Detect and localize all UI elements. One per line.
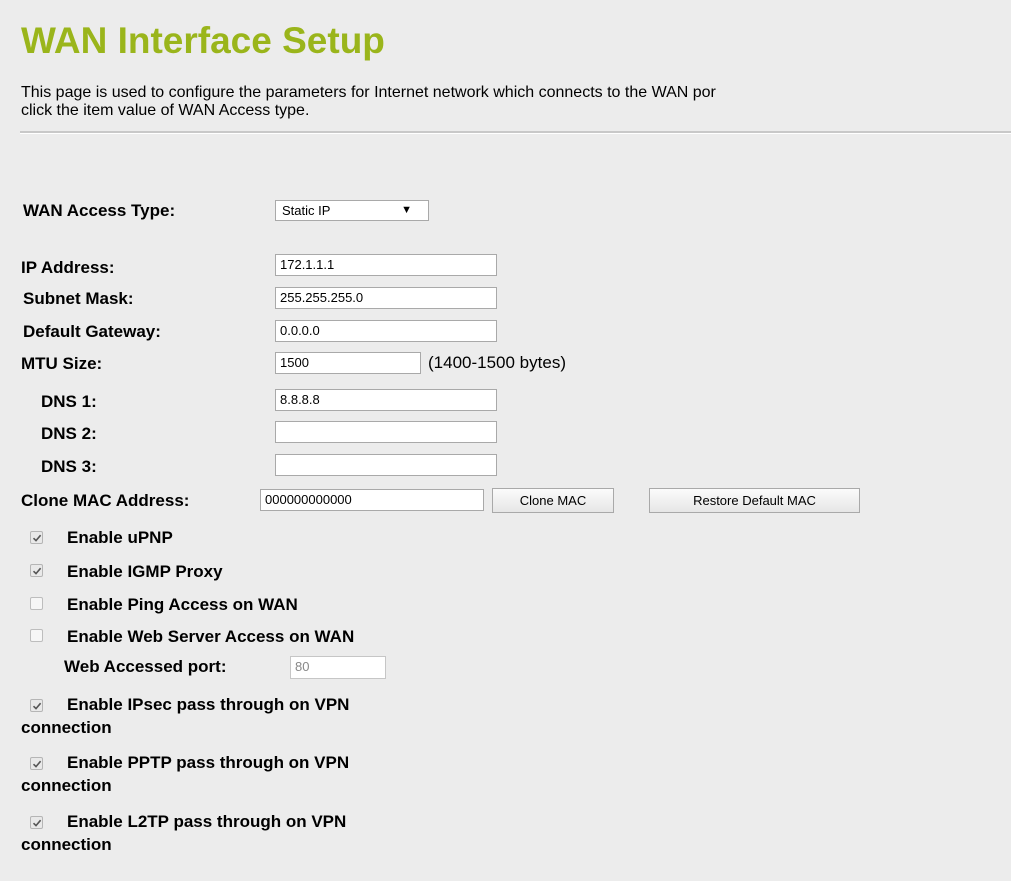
enable-ipsec-passthrough-label-cont: connection — [21, 718, 112, 737]
enable-pptp-passthrough-label: Enable PPTP pass through on VPN — [67, 753, 350, 772]
enable-upnp-checkbox[interactable] — [30, 531, 43, 544]
enable-ping-access-label: Enable Ping Access on WAN — [67, 595, 298, 614]
checkmark-icon — [32, 760, 41, 768]
description-line-2: click the item value of WAN Access type. — [21, 102, 310, 119]
wan-access-type-value: Static IP — [282, 203, 331, 218]
checkmark-icon — [32, 819, 41, 827]
enable-ipsec-passthrough-label: Enable IPsec pass through on VPN — [67, 695, 350, 714]
dns2-label: DNS 2: — [41, 424, 97, 443]
description-line-1: This page is used to configure the param… — [21, 84, 716, 101]
ip-address-input[interactable]: 172.1.1.1 — [275, 254, 497, 276]
enable-l2tp-passthrough-label: Enable L2TP pass through on VPN — [67, 812, 347, 831]
clone-mac-label: Clone MAC Address: — [21, 491, 190, 510]
divider — [20, 131, 1011, 134]
enable-pptp-passthrough-label-cont: connection — [21, 776, 112, 795]
enable-web-server-access-label: Enable Web Server Access on WAN — [67, 627, 355, 646]
checkmark-icon — [32, 534, 41, 542]
enable-pptp-passthrough-checkbox[interactable] — [30, 757, 43, 770]
default-gateway-input[interactable]: 0.0.0.0 — [275, 320, 497, 342]
subnet-mask-input[interactable]: 255.255.255.0 — [275, 287, 497, 309]
subnet-mask-label: Subnet Mask: — [23, 289, 134, 308]
dns3-label: DNS 3: — [41, 457, 97, 476]
enable-ipsec-passthrough-checkbox[interactable] — [30, 699, 43, 712]
page-title: WAN Interface Setup — [21, 20, 385, 61]
web-accessed-port-label: Web Accessed port: — [64, 657, 227, 676]
dns3-input[interactable] — [275, 454, 497, 476]
checkmark-icon — [32, 702, 41, 710]
default-gateway-label: Default Gateway: — [23, 322, 161, 341]
enable-web-server-access-checkbox[interactable] — [30, 629, 43, 642]
enable-upnp-label: Enable uPNP — [67, 528, 173, 547]
clone-mac-button[interactable]: Clone MAC — [492, 488, 614, 513]
enable-igmp-proxy-label: Enable IGMP Proxy — [67, 562, 223, 581]
page-description: This page is used to configure the param… — [21, 84, 1011, 120]
web-accessed-port-input[interactable]: 80 — [290, 656, 386, 679]
mtu-size-label: MTU Size: — [21, 354, 103, 373]
enable-l2tp-passthrough-checkbox[interactable] — [30, 816, 43, 829]
dns1-input[interactable]: 8.8.8.8 — [275, 389, 497, 411]
mtu-size-hint: (1400-1500 bytes) — [428, 353, 566, 372]
enable-ping-access-checkbox[interactable] — [30, 597, 43, 610]
restore-default-mac-button[interactable]: Restore Default MAC — [649, 488, 860, 513]
checkmark-icon — [32, 567, 41, 575]
mtu-size-input[interactable]: 1500 — [275, 352, 421, 374]
dns1-label: DNS 1: — [41, 392, 97, 411]
enable-l2tp-passthrough-label-cont: connection — [21, 835, 112, 854]
wan-access-type-select[interactable]: Static IP ▼ — [275, 200, 429, 221]
ip-address-label: IP Address: — [21, 258, 115, 277]
wan-access-type-label: WAN Access Type: — [23, 201, 176, 220]
clone-mac-input[interactable]: 000000000000 — [260, 489, 484, 511]
enable-igmp-proxy-checkbox[interactable] — [30, 564, 43, 577]
dns2-input[interactable] — [275, 421, 497, 443]
dropdown-arrow-icon: ▼ — [401, 204, 412, 216]
